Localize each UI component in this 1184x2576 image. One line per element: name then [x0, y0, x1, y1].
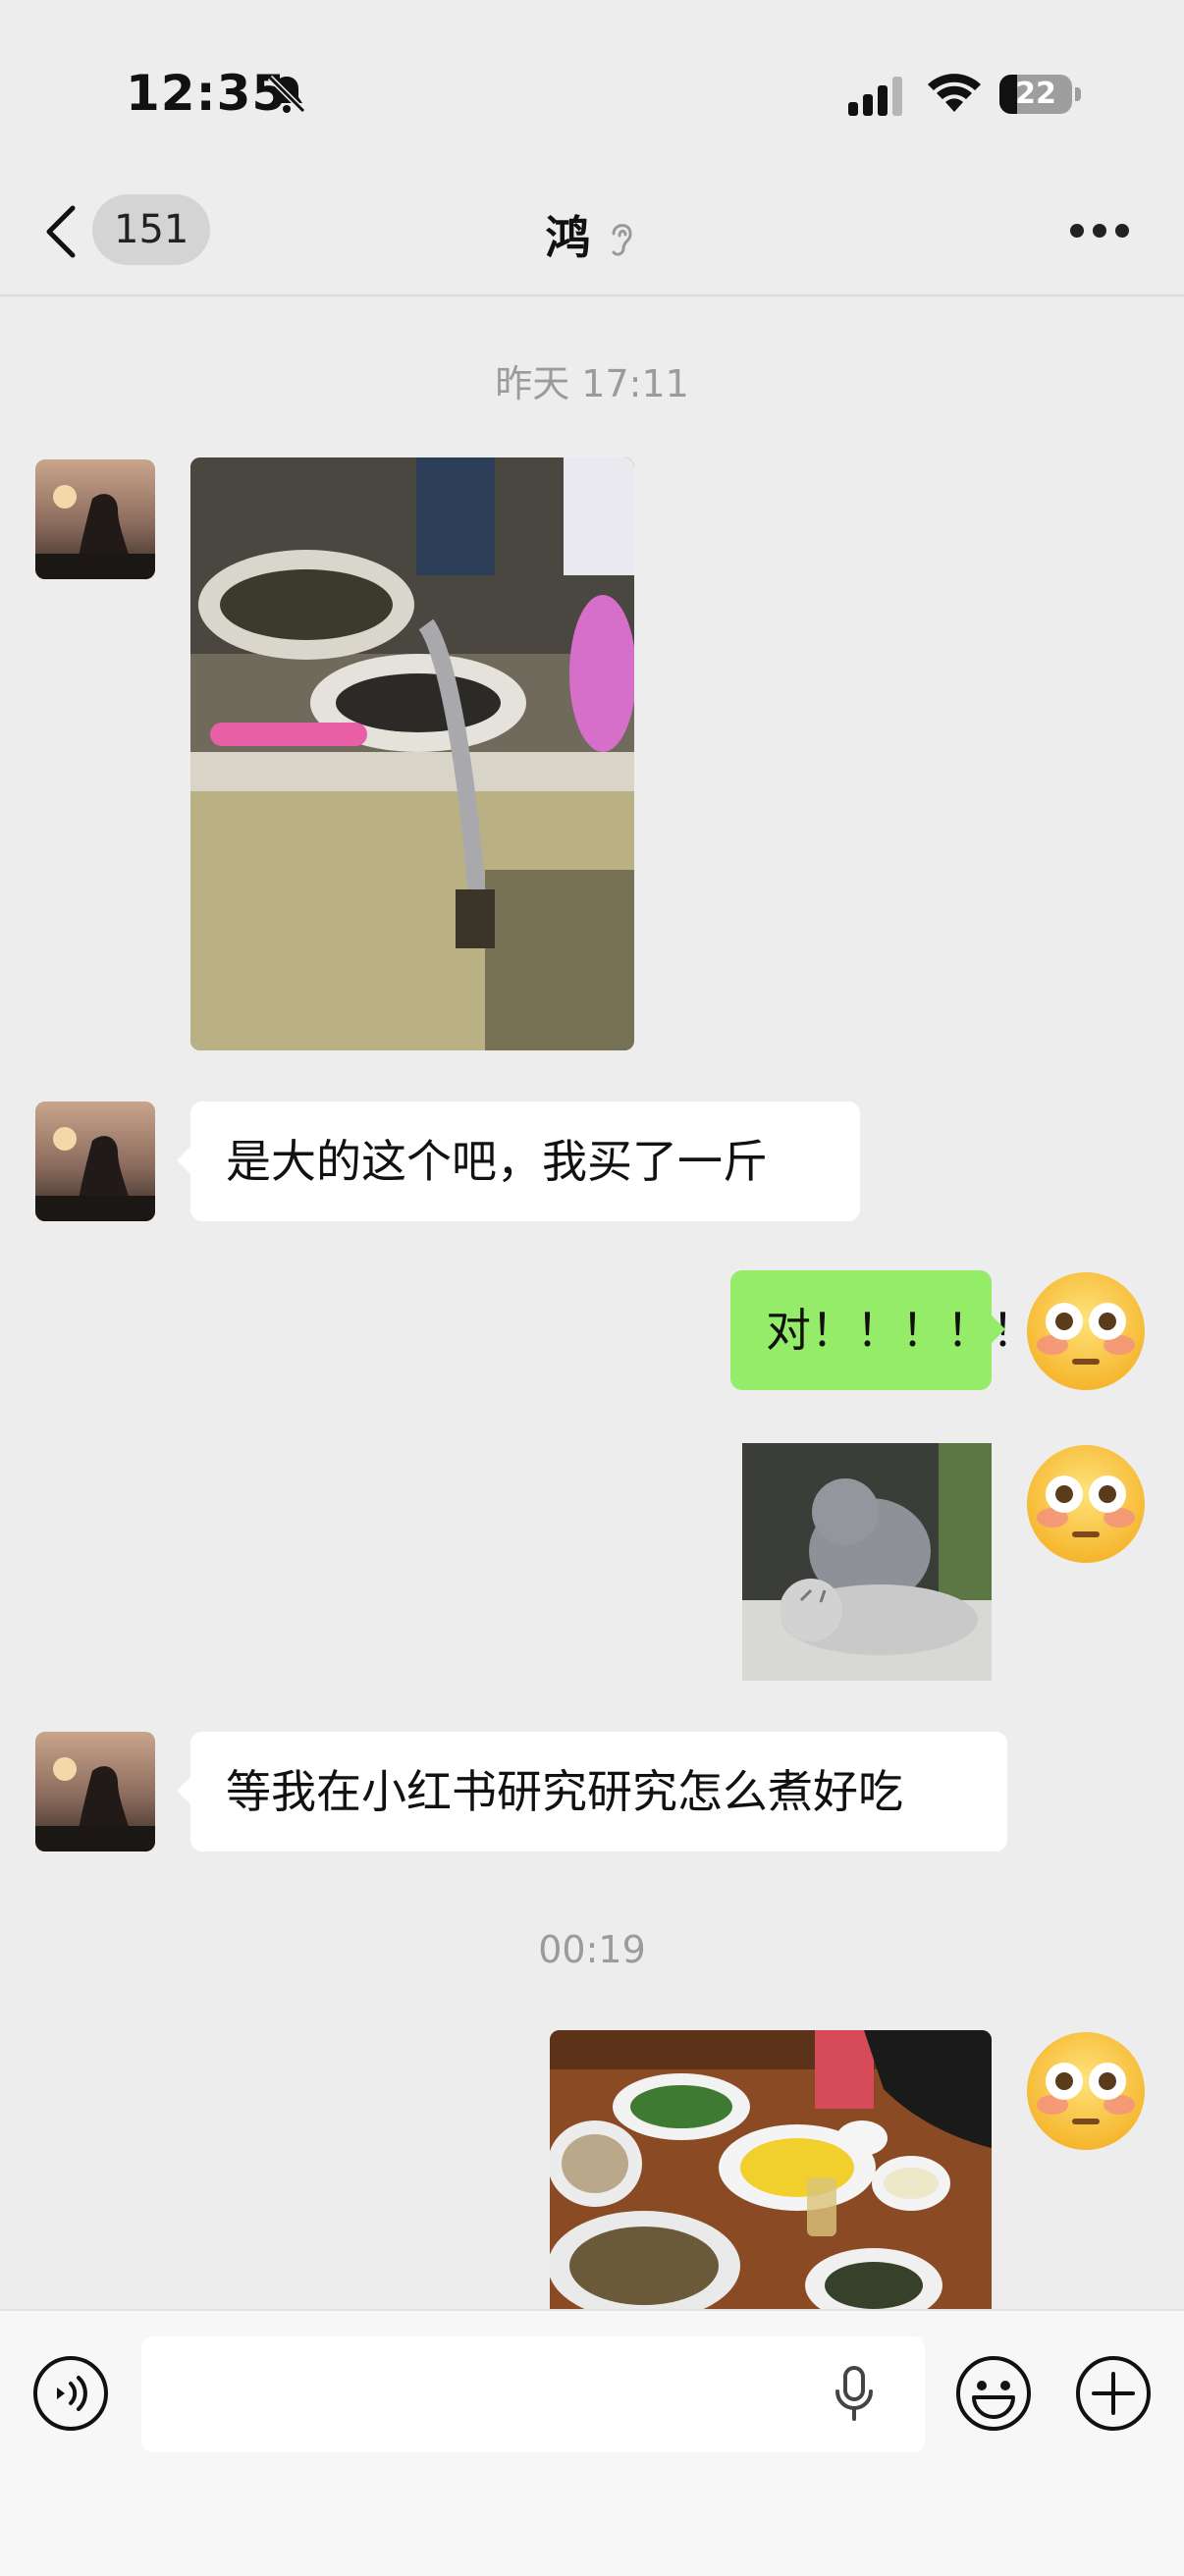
- contact-avatar[interactable]: [35, 1732, 155, 1852]
- incoming-text-message[interactable]: 等我在小红书研究研究怎么煮好吃: [177, 1732, 1007, 1852]
- outgoing-text-message[interactable]: 对！！！！！: [730, 1270, 1037, 1390]
- chat-title-area: 鸿: [0, 202, 1184, 267]
- voice-input-icon[interactable]: [31, 2354, 110, 2433]
- timestamp-yesterday: 昨天 17:11: [495, 362, 689, 405]
- chat-header: 151 鸿: [0, 177, 1184, 296]
- contact-avatar[interactable]: [35, 1101, 155, 1221]
- contact-name[interactable]: 鸿: [545, 211, 590, 264]
- incoming-text-message[interactable]: 是大的这个吧，我买了一斤: [177, 1101, 860, 1221]
- status-time: 12:35: [126, 65, 288, 122]
- more-dots-icon[interactable]: [1070, 224, 1129, 240]
- plus-icon[interactable]: [1074, 2354, 1153, 2433]
- ear-icon: [612, 224, 632, 256]
- message-input-bar: [0, 2309, 1184, 2576]
- battery-indicator: 22: [999, 75, 1081, 116]
- message-text-input[interactable]: [141, 2336, 925, 2452]
- image-message-dinner-table[interactable]: [550, 2030, 992, 2309]
- cellular-signal-icon: [848, 77, 902, 116]
- flushed-face-avatar[interactable]: [1025, 1270, 1147, 1392]
- battery-level: 22: [1015, 77, 1056, 111]
- status-bar: 12:35 22: [0, 0, 1184, 177]
- contact-avatar[interactable]: [35, 459, 155, 579]
- image-message-snails-basin[interactable]: [190, 457, 634, 1050]
- image-message-cats-sticker[interactable]: [742, 1443, 992, 1681]
- emoji-icon[interactable]: [954, 2354, 1033, 2433]
- bell-slash-icon: [267, 75, 306, 114]
- wifi-icon: [928, 74, 981, 112]
- microphone-icon[interactable]: [833, 2364, 876, 2425]
- flushed-face-avatar[interactable]: [1025, 2030, 1147, 2152]
- flushed-face-avatar[interactable]: [1025, 1443, 1147, 1565]
- timestamp-midnight: 00:19: [538, 1928, 646, 1971]
